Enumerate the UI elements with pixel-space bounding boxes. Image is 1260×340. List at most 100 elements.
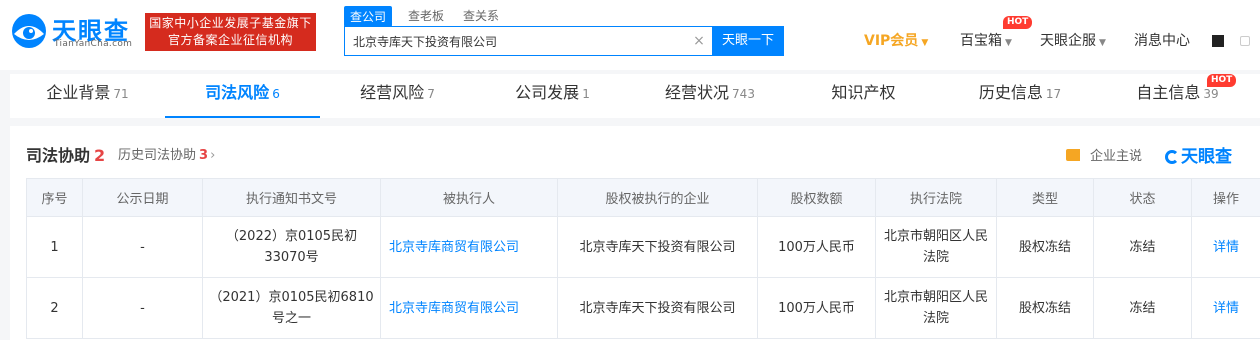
court: 北京市朝阳区人民法院 [875, 277, 997, 339]
col-header: 执行通知书文号 [202, 178, 381, 217]
row-number: 1 [26, 216, 83, 278]
tab-label: 历史信息 [978, 83, 1043, 102]
banner-line-2: 官方备案企业征信机构 [167, 33, 293, 47]
tab-search-relation[interactable]: 查关系 [463, 7, 499, 24]
treasure-menu[interactable]: 百宝箱 ▼ [960, 30, 1012, 50]
enterprise-service-label: 天眼企服 [1040, 33, 1096, 49]
tab-search-company[interactable]: 查公司 [344, 6, 393, 27]
status: 冻结 [1093, 277, 1192, 339]
vip-label: VIP会员 [864, 33, 919, 49]
section-title-label: 司法协助 [26, 146, 91, 165]
caret-down-icon: ▼ [1099, 38, 1106, 48]
enterprise-service-menu[interactable]: 天眼企服 ▼ [1040, 30, 1106, 50]
tab-label: 经营风险 [360, 83, 425, 102]
notice-doc-number: （2022）京0105民初33070号 [202, 216, 381, 278]
status: 冻结 [1093, 216, 1192, 278]
tab-count: 6 [272, 87, 280, 101]
col-header: 状态 [1093, 178, 1192, 217]
banner-line-1: 国家中小企业发展子基金旗下 [149, 16, 312, 30]
judicial-assist-table: 序号 公示日期 执行通知书文号 被执行人 股权被执行的企业 股权数额 执行法院 … [26, 178, 1260, 339]
tab-label: 司法风险 [205, 83, 270, 102]
treasure-label: 百宝箱 [960, 33, 1002, 49]
tab-count: 71 [113, 87, 129, 101]
history-judicial-assist-link[interactable]: 历史司法协助 3 › [118, 144, 215, 163]
col-header: 类型 [996, 178, 1094, 217]
search-box: × 天眼一下 [344, 26, 784, 56]
eye-logo-icon [12, 14, 46, 48]
notice-doc-number: （2021）京0105民初6810号之一 [202, 277, 381, 339]
tab-label: 自主信息 [1136, 83, 1201, 102]
message-center-link[interactable]: 消息中心 [1134, 30, 1190, 50]
col-header: 股权数额 [757, 178, 876, 217]
executed-party-link[interactable]: 北京寺库商贸有限公司 [380, 216, 558, 278]
type: 股权冻结 [996, 277, 1094, 339]
company-speak-button[interactable]: 企业主说 [1066, 145, 1142, 164]
tab-count: 17 [1045, 87, 1062, 101]
col-header: 股权被执行的企业 [557, 178, 758, 217]
brand-watermark: 天眼查 [1165, 142, 1232, 167]
publish-date: - [82, 277, 203, 339]
type: 股权冻结 [996, 216, 1094, 278]
active-tab-indicator [165, 116, 320, 118]
tab-business-risk[interactable]: 经营风险 7 [320, 74, 475, 118]
caret-down-icon: ▼ [921, 38, 929, 48]
col-header: 执行法院 [875, 178, 997, 217]
section-count: 2 [94, 146, 106, 165]
detail-link[interactable]: 详情 [1191, 277, 1260, 339]
user-avatar-icon[interactable] [1212, 35, 1224, 47]
more-icon[interactable] [1240, 36, 1250, 46]
equity-amount: 100万人民币 [757, 277, 876, 339]
equity-company: 北京寺库天下投资有限公司 [557, 216, 758, 278]
row-number: 2 [26, 277, 83, 339]
tab-company-development[interactable]: 公司发展 1 [475, 74, 630, 118]
history-label: 历史司法协助 [118, 148, 197, 163]
court: 北京市朝阳区人民法院 [875, 216, 997, 278]
tab-count: 1 [582, 87, 590, 101]
tab-label: 经营状况 [665, 83, 730, 102]
tab-history-info[interactable]: 历史信息 17 [940, 74, 1100, 118]
tab-company-background[interactable]: 企业背景 71 [10, 74, 165, 118]
search-input[interactable] [345, 27, 685, 55]
tab-label: 公司发展 [515, 83, 580, 102]
tab-search-boss[interactable]: 查老板 [408, 7, 444, 24]
col-header: 序号 [26, 178, 83, 217]
hot-badge: HOT [1207, 74, 1237, 87]
col-header: 公示日期 [82, 178, 203, 217]
publish-date: - [82, 216, 203, 278]
tab-intellectual-property[interactable]: 知识产权 [790, 74, 940, 118]
speaker-icon [1066, 149, 1080, 161]
history-count: 3 [199, 148, 209, 163]
section-title: 司法协助 2 [26, 142, 105, 166]
table-row: 1 - （2022）京0105民初33070号 北京寺库商贸有限公司 北京寺库天… [26, 216, 1260, 278]
caret-down-icon: ▼ [1005, 38, 1012, 48]
search-button[interactable]: 天眼一下 [712, 26, 784, 56]
clear-icon[interactable]: × [691, 33, 707, 49]
category-tab-bar: 企业背景 71 司法风险 6 经营风险 7 公司发展 1 经营状况 743 知识产权 历史… [10, 74, 1260, 118]
tab-label: 知识产权 [831, 83, 896, 102]
tab-count: 7 [427, 87, 435, 101]
executed-party-link[interactable]: 北京寺库商贸有限公司 [380, 277, 558, 339]
official-banner: 国家中小企业发展子基金旗下 官方备案企业征信机构 [145, 13, 316, 51]
site-logo[interactable]: 天眼查 TianYanCha.com [8, 10, 136, 54]
tab-label: 企业背景 [46, 83, 111, 102]
tab-count: 743 [732, 87, 755, 101]
speak-label: 企业主说 [1090, 149, 1143, 164]
top-header: 天眼查 TianYanCha.com 国家中小企业发展子基金旗下 官方备案企业征… [0, 0, 1260, 70]
brand-swirl-icon [1165, 150, 1179, 164]
logo-domain: TianYanCha.com [54, 39, 133, 49]
table-header-row: 序号 公示日期 执行通知书文号 被执行人 股权被执行的企业 股权数额 执行法院 … [26, 178, 1260, 217]
detail-link[interactable]: 详情 [1191, 216, 1260, 278]
table-row: 2 - （2021）京0105民初6810号之一 北京寺库商贸有限公司 北京寺库… [26, 277, 1260, 339]
chevron-right-icon: › [210, 148, 216, 163]
equity-company: 北京寺库天下投资有限公司 [557, 277, 758, 339]
tab-judicial-risk[interactable]: 司法风险 6 [165, 74, 320, 118]
brand-label: 天眼查 [1181, 147, 1232, 167]
judicial-assist-panel: 司法协助 2 历史司法协助 3 › 企业主说 天眼查 序号 公示日期 执行通知书文号 … [10, 126, 1260, 340]
col-header: 操作 [1191, 178, 1260, 217]
equity-amount: 100万人民币 [757, 216, 876, 278]
tab-count: 39 [1203, 87, 1219, 101]
vip-menu[interactable]: VIP会员 ▼ [864, 30, 928, 50]
col-header: 被执行人 [380, 178, 558, 217]
hot-badge: HOT [1003, 16, 1033, 29]
tab-business-status[interactable]: 经营状况 743 [630, 74, 790, 118]
